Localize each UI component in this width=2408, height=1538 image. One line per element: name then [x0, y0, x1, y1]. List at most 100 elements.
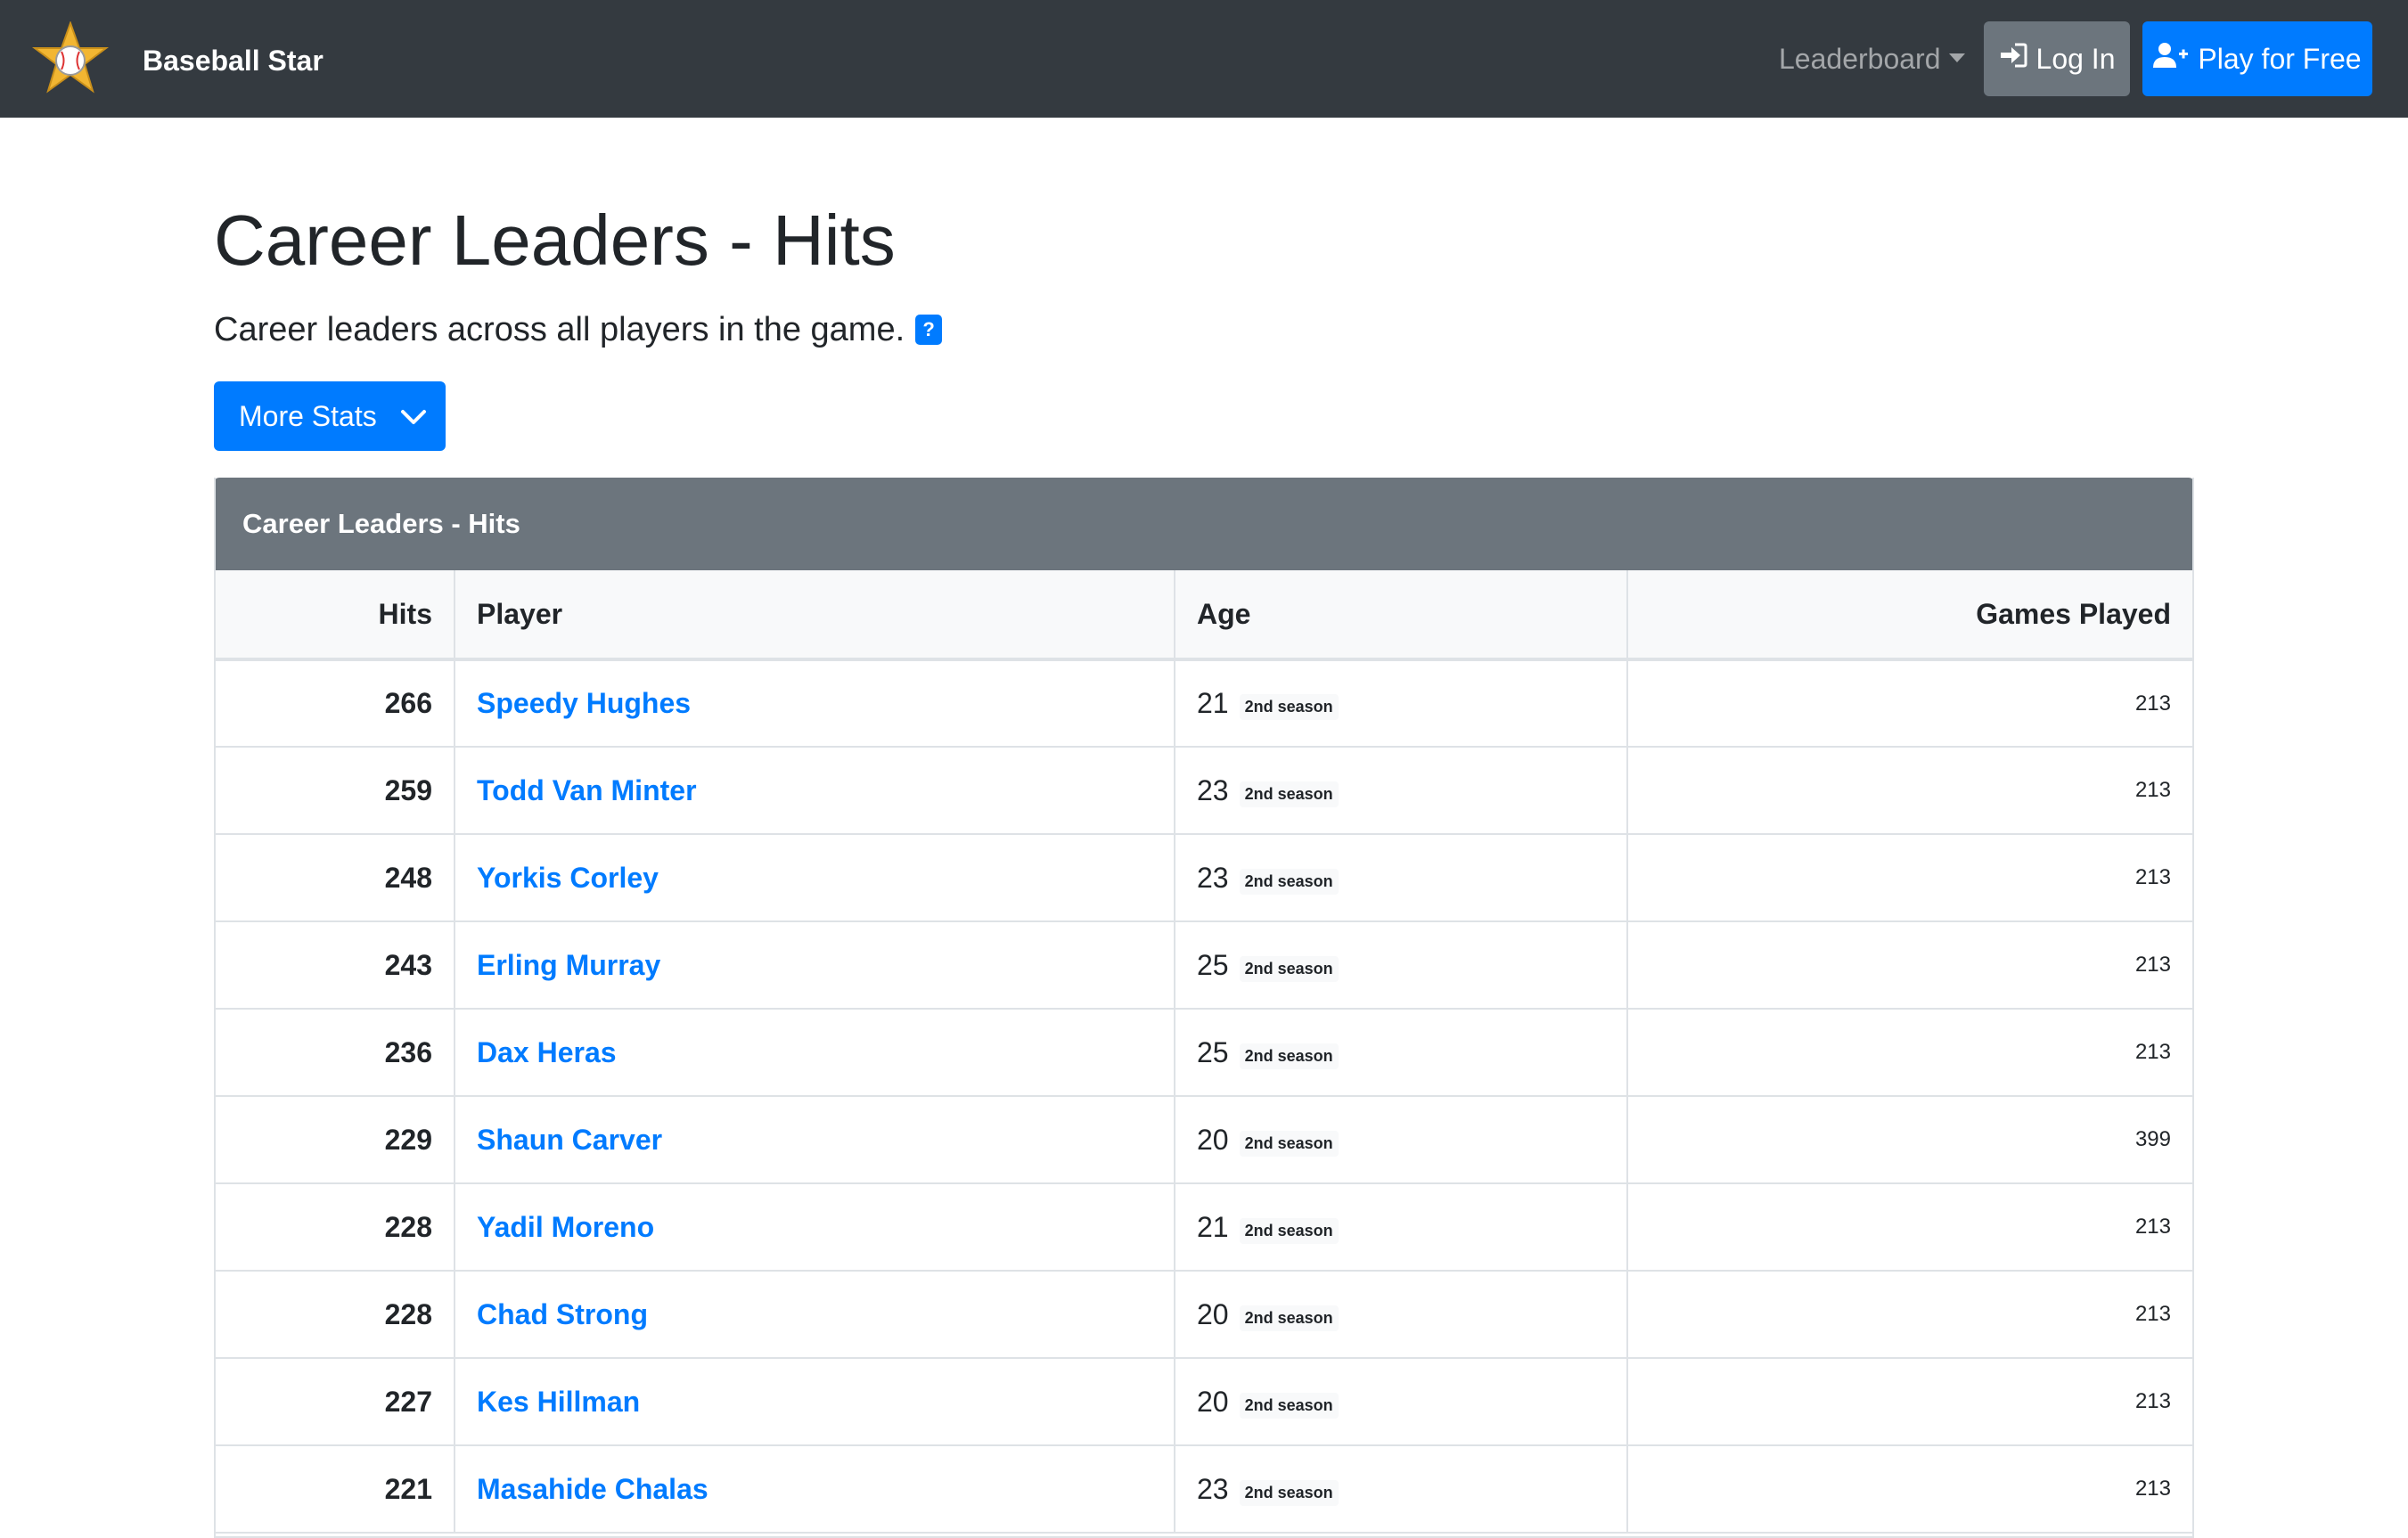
user-plus-icon: [2153, 42, 2189, 76]
baseball-star-icon[interactable]: [32, 20, 109, 94]
sign-in-icon: [1999, 42, 2027, 76]
table-row: 228 Chad Strong 20 2nd season 213: [216, 1271, 2192, 1359]
hits-value: 228: [216, 1183, 455, 1272]
games-played-value: 213: [1627, 659, 2192, 748]
table-row: 229 Shaun Carver 20 2nd season 399: [216, 1096, 2192, 1184]
age-cell: 23 2nd season: [1175, 747, 1628, 835]
age-cell: 20 2nd season: [1175, 1358, 1628, 1446]
player-link[interactable]: Yorkis Corley: [477, 862, 659, 894]
age-value: 20: [1197, 1123, 1229, 1156]
player-cell: Dax Heras: [455, 1009, 1175, 1097]
player-cell: Erling Murray: [455, 921, 1175, 1010]
games-played-value: 399: [1627, 1096, 2192, 1184]
hits-value: 243: [216, 921, 455, 1010]
season-badge: 2nd season: [1239, 1130, 1339, 1157]
age-cell: 23 2nd season: [1175, 834, 1628, 922]
top-navbar: Baseball Star Leaderboard Log In Play fo…: [0, 0, 2408, 118]
age-cell: 20 2nd season: [1175, 1096, 1628, 1184]
play-label: Play for Free: [2198, 42, 2362, 75]
table-row: 243 Erling Murray 25 2nd season 213: [216, 921, 2192, 1010]
table-row: 266 Speedy Hughes 21 2nd season 213: [216, 659, 2192, 748]
login-button[interactable]: Log In: [1984, 21, 2130, 96]
season-badge: 2nd season: [1239, 1217, 1339, 1244]
page-subtitle: Career leaders across all players in the…: [214, 307, 943, 353]
caret-down-icon: [1949, 53, 1966, 62]
more-stats-label: More Stats: [239, 399, 377, 432]
player-link[interactable]: Todd Van Minter: [477, 774, 697, 806]
age-cell: 20 2nd season: [1175, 1271, 1628, 1359]
help-icon[interactable]: ?: [915, 315, 943, 345]
age-value: 23: [1197, 773, 1229, 806]
table-header-row: Hits Player Age Games Played: [216, 570, 2192, 661]
games-played-value: 213: [1627, 1009, 2192, 1097]
player-cell: Todd Van Minter: [455, 747, 1175, 835]
hits-value: 236: [216, 1009, 455, 1097]
season-badge: 2nd season: [1239, 868, 1339, 895]
season-badge: 2nd season: [1239, 1043, 1339, 1069]
player-link[interactable]: Dax Heras: [477, 1036, 617, 1068]
table-row: 236 Dax Heras 25 2nd season 213: [216, 1009, 2192, 1097]
player-link[interactable]: Yadil Moreno: [477, 1211, 654, 1243]
player-link[interactable]: Speedy Hughes: [477, 687, 691, 719]
hits-value: 228: [216, 1271, 455, 1359]
chevron-down-icon: [400, 400, 427, 433]
card-header: Career Leaders - Hits: [216, 478, 2192, 570]
age-cell: 23 2nd season: [1175, 1445, 1628, 1534]
hits-value: 259: [216, 747, 455, 835]
table-row: 221 Masahide Chalas 23 2nd season 213: [216, 1445, 2192, 1534]
leaderboard-label: Leaderboard: [1779, 43, 1941, 75]
column-header-age[interactable]: Age: [1175, 570, 1628, 661]
more-stats-button[interactable]: More Stats: [214, 381, 446, 451]
leaders-card: Career Leaders - Hits Hits Player Age Ga…: [214, 478, 2194, 1538]
player-link[interactable]: Erling Murray: [477, 949, 660, 981]
player-cell: Yorkis Corley: [455, 834, 1175, 922]
table-row: 259 Todd Van Minter 23 2nd season 213: [216, 747, 2192, 835]
games-played-value: 213: [1627, 1271, 2192, 1359]
games-played-value: 213: [1627, 1358, 2192, 1446]
brand-name[interactable]: Baseball Star: [143, 41, 324, 80]
season-badge: 2nd season: [1239, 1392, 1339, 1419]
player-link[interactable]: Kes Hillman: [477, 1386, 640, 1418]
column-header-player[interactable]: Player: [455, 570, 1175, 661]
player-cell: Speedy Hughes: [455, 659, 1175, 748]
player-cell: Masahide Chalas: [455, 1445, 1175, 1534]
age-cell: 21 2nd season: [1175, 1183, 1628, 1272]
hits-value: 221: [216, 1445, 455, 1534]
age-value: 20: [1197, 1297, 1229, 1330]
season-badge: 2nd season: [1239, 955, 1339, 982]
page-title: Career Leaders - Hits: [214, 200, 896, 280]
leaderboard-dropdown[interactable]: Leaderboard: [1779, 37, 1966, 80]
age-cell: 25 2nd season: [1175, 921, 1628, 1010]
leaders-table: Hits Player Age Games Played 266 Speedy …: [216, 570, 2192, 1534]
age-value: 23: [1197, 861, 1229, 894]
age-cell: 25 2nd season: [1175, 1009, 1628, 1097]
games-played-value: 213: [1627, 834, 2192, 922]
column-header-hits[interactable]: Hits: [216, 570, 455, 661]
age-value: 21: [1197, 1210, 1229, 1243]
play-for-free-button[interactable]: Play for Free: [2142, 21, 2372, 96]
player-cell: Shaun Carver: [455, 1096, 1175, 1184]
hits-value: 266: [216, 659, 455, 748]
player-link[interactable]: Chad Strong: [477, 1298, 648, 1330]
hits-value: 227: [216, 1358, 455, 1446]
season-badge: 2nd season: [1239, 694, 1339, 721]
age-value: 20: [1197, 1385, 1229, 1418]
login-label: Log In: [2035, 42, 2116, 75]
table-row: 248 Yorkis Corley 23 2nd season 213: [216, 834, 2192, 922]
age-value: 25: [1197, 1035, 1229, 1068]
player-link[interactable]: Shaun Carver: [477, 1124, 662, 1156]
age-value: 21: [1197, 687, 1229, 719]
hits-value: 229: [216, 1096, 455, 1184]
season-badge: 2nd season: [1239, 1479, 1339, 1506]
games-played-value: 213: [1627, 921, 2192, 1010]
player-link[interactable]: Masahide Chalas: [477, 1473, 708, 1505]
games-played-value: 213: [1627, 1445, 2192, 1534]
season-badge: 2nd season: [1239, 1305, 1339, 1331]
age-value: 25: [1197, 948, 1229, 981]
age-value: 23: [1197, 1472, 1229, 1505]
column-header-games-played[interactable]: Games Played: [1627, 570, 2192, 661]
table-row: 227 Kes Hillman 20 2nd season 213: [216, 1358, 2192, 1446]
games-played-value: 213: [1627, 1183, 2192, 1272]
table-row: 228 Yadil Moreno 21 2nd season 213: [216, 1183, 2192, 1272]
subtitle-text: Career leaders across all players in the…: [214, 311, 905, 348]
